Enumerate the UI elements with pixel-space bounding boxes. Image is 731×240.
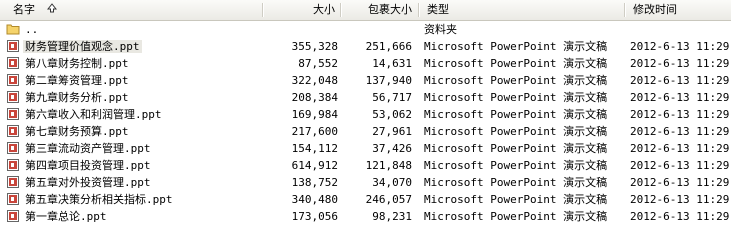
file-size: 154,112 [291, 142, 338, 155]
file-size: 138,752 [291, 176, 338, 189]
file-packed-size: 98,231 [372, 210, 412, 223]
file-type: Microsoft PowerPoint 演示文稿 [424, 210, 608, 223]
file-name: 第五章决策分析相关指标.ppt [25, 193, 173, 206]
ppt-file-icon [6, 73, 20, 87]
file-name: 第一章总论.ppt [25, 210, 107, 223]
file-row[interactable]: 第九章财务分析.ppt 208,384 56,717 Microsoft Pow… [0, 89, 731, 106]
file-modified: 2012-6-13 11:29 [630, 74, 730, 87]
file-row[interactable]: 第三章流动资产管理.ppt 154,112 37,426 Microsoft P… [0, 140, 731, 157]
file-modified: 2012-6-13 11:29 [630, 108, 730, 121]
ppt-file-icon [6, 141, 20, 155]
file-packed-size: 34,070 [372, 176, 412, 189]
file-modified: 2012-6-13 11:29 [630, 125, 730, 138]
file-packed-size: 14,631 [372, 57, 412, 70]
file-type: Microsoft PowerPoint 演示文稿 [424, 40, 608, 53]
file-packed-size: 137,940 [365, 74, 412, 87]
ppt-file-icon [6, 192, 20, 206]
file-name: 第四章项目投资管理.ppt [25, 159, 151, 172]
file-type: Microsoft PowerPoint 演示文稿 [424, 108, 608, 121]
file-type: Microsoft PowerPoint 演示文稿 [424, 142, 608, 155]
file-row[interactable]: 第六章收入和利润管理.ppt 169,984 53,062 Microsoft … [0, 106, 731, 123]
file-row[interactable]: 第八章财务控制.ppt 87,552 14,631 Microsoft Powe… [0, 55, 731, 72]
file-modified: 2012-6-13 11:29 [630, 40, 730, 53]
ppt-file-icon [6, 124, 20, 138]
file-row[interactable]: 第二章筹资管理.ppt 322,048 137,940 Microsoft Po… [0, 72, 731, 89]
file-packed-size: 246,057 [365, 193, 412, 206]
name-cell: .. [6, 21, 306, 38]
file-packed-size: 37,426 [372, 142, 412, 155]
file-type: Microsoft PowerPoint 演示文稿 [424, 91, 608, 104]
file-size: 322,048 [291, 74, 338, 87]
file-modified: 2012-6-13 11:29 [630, 176, 730, 189]
file-type: Microsoft PowerPoint 演示文稿 [424, 159, 608, 172]
parent-folder-name: .. [25, 23, 39, 36]
column-header-name[interactable]: 名字 [0, 0, 262, 20]
column-header-packed[interactable]: 包裹大小 [341, 0, 416, 20]
file-row[interactable]: 第五章决策分析相关指标.ppt 340,480 246,057 Microsof… [0, 191, 731, 208]
column-header: 名字 大小 包裹大小 类型 修改时间 [0, 0, 731, 21]
ppt-file-icon [6, 209, 20, 223]
file-name: 财务管理价值观念.ppt [23, 40, 142, 53]
ppt-file-icon [6, 39, 20, 53]
column-packed-label: 包裹大小 [368, 3, 412, 16]
file-name: 第五章对外投资管理.ppt [25, 176, 151, 189]
column-size-label: 大小 [313, 3, 335, 16]
column-header-modified[interactable]: 修改时间 [625, 0, 731, 20]
file-type: Microsoft PowerPoint 演示文稿 [424, 176, 608, 189]
folder-icon [6, 22, 20, 36]
file-name: 第三章流动资产管理.ppt [25, 142, 151, 155]
file-name: 第二章筹资管理.ppt [25, 74, 129, 87]
archive-file-list: 名字 大小 包裹大小 类型 修改时间 .. 资料夹 财务管理价值观念.ppt 3… [0, 0, 731, 240]
file-packed-size: 121,848 [365, 159, 412, 172]
file-type: Microsoft PowerPoint 演示文稿 [424, 57, 608, 70]
ppt-file-icon [6, 158, 20, 172]
file-size: 208,384 [291, 91, 338, 104]
file-size: 217,600 [291, 125, 338, 138]
file-size: 614,912 [291, 159, 338, 172]
file-type: Microsoft PowerPoint 演示文稿 [424, 193, 608, 206]
file-name: 第六章收入和利润管理.ppt [25, 108, 162, 121]
column-type-label: 类型 [427, 3, 449, 16]
file-modified: 2012-6-13 11:29 [630, 193, 730, 206]
sort-up-arrow-icon [46, 0, 57, 20]
file-row[interactable]: 第七章财务预算.ppt 217,600 27,961 Microsoft Pow… [0, 123, 731, 140]
file-packed-size: 53,062 [372, 108, 412, 121]
file-row[interactable]: 第四章项目投资管理.ppt 614,912 121,848 Microsoft … [0, 157, 731, 174]
file-size: 173,056 [291, 210, 338, 223]
file-row[interactable]: 财务管理价值观念.ppt 355,328 251,666 Microsoft P… [0, 38, 731, 55]
ppt-file-icon [6, 175, 20, 189]
column-header-type[interactable]: 类型 [419, 0, 624, 20]
file-name: 第七章财务预算.ppt [25, 125, 129, 138]
column-header-size[interactable]: 大小 [263, 0, 339, 20]
column-name-label: 名字 [13, 3, 35, 16]
type-cell: 资料夹 [424, 23, 457, 36]
file-modified: 2012-6-13 11:29 [630, 210, 730, 223]
file-size: 340,480 [291, 193, 338, 206]
file-type: Microsoft PowerPoint 演示文稿 [424, 125, 608, 138]
ppt-file-icon [6, 90, 20, 104]
file-modified: 2012-6-13 11:29 [630, 57, 730, 70]
file-name: 第九章财务分析.ppt [25, 91, 129, 104]
file-name: 第八章财务控制.ppt [25, 57, 129, 70]
file-size: 87,552 [298, 57, 338, 70]
file-rows: .. 资料夹 财务管理价值观念.ppt 355,328 251,666 Micr… [0, 21, 731, 225]
ppt-file-icon [6, 56, 20, 70]
file-row[interactable]: 第一章总论.ppt 173,056 98,231 Microsoft Power… [0, 208, 731, 225]
file-modified: 2012-6-13 11:29 [630, 91, 730, 104]
file-modified: 2012-6-13 11:29 [630, 142, 730, 155]
file-modified: 2012-6-13 11:29 [630, 159, 730, 172]
file-packed-size: 251,666 [365, 40, 412, 53]
parent-folder-row[interactable]: .. 资料夹 [0, 21, 731, 38]
file-type: Microsoft PowerPoint 演示文稿 [424, 74, 608, 87]
file-packed-size: 27,961 [372, 125, 412, 138]
file-size: 169,984 [291, 108, 338, 121]
file-row[interactable]: 第五章对外投资管理.ppt 138,752 34,070 Microsoft P… [0, 174, 731, 191]
file-size: 355,328 [291, 40, 338, 53]
ppt-file-icon [6, 107, 20, 121]
file-packed-size: 56,717 [372, 91, 412, 104]
column-modified-label: 修改时间 [633, 3, 677, 16]
